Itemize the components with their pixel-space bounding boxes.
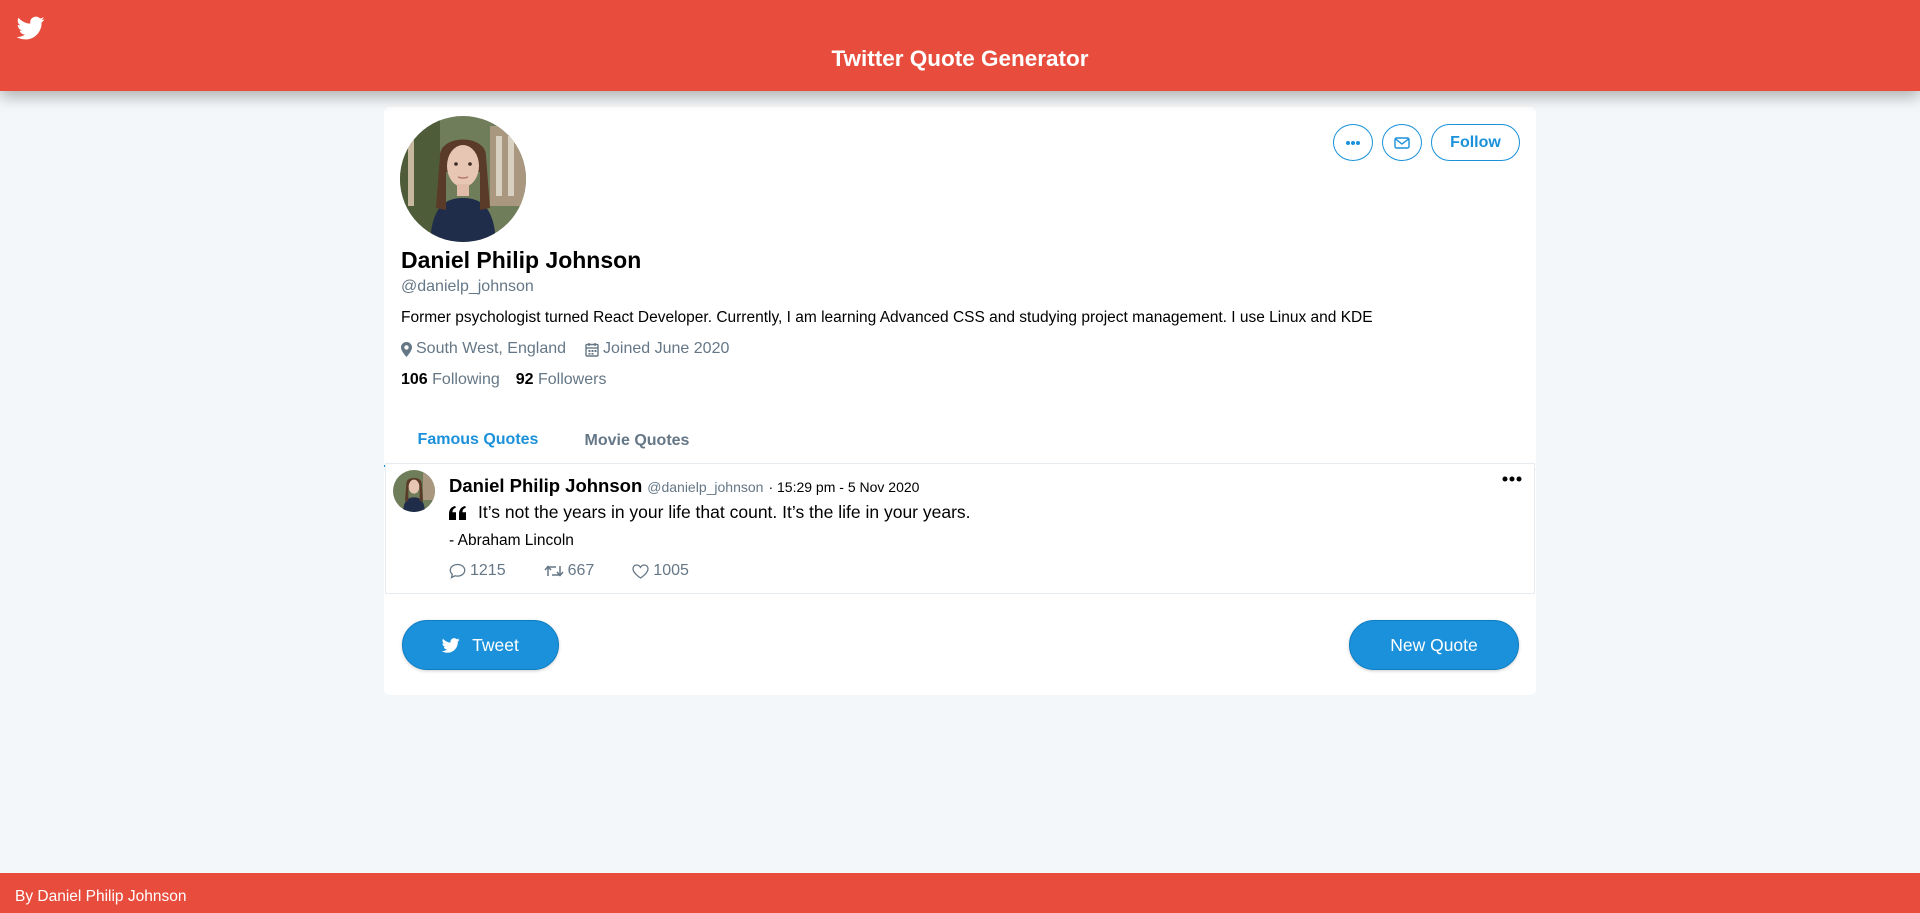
twitter-bird-icon	[442, 637, 460, 653]
followers-link[interactable]: 92 Followers	[516, 371, 607, 389]
tweet-button[interactable]: Tweet	[402, 620, 559, 670]
following-count: 106	[401, 371, 428, 388]
like-action[interactable]: 1005	[632, 562, 689, 580]
location-item: South West, England	[401, 340, 566, 358]
reply-count: 1215	[470, 562, 506, 579]
following-label: Following	[432, 371, 500, 388]
tweet-avatar	[393, 470, 435, 512]
followers-label: Followers	[538, 371, 607, 388]
message-button[interactable]	[1382, 124, 1422, 161]
retweet-count: 667	[567, 562, 595, 579]
quote-left-icon	[449, 505, 466, 520]
profile-name: Daniel Philip Johnson	[401, 247, 642, 273]
profile-actions: Follow	[1333, 124, 1520, 161]
quote-row: It’s not the years in your life that cou…	[449, 502, 971, 523]
profile-handle[interactable]: @danielp_johnson	[401, 278, 534, 296]
like-count: 1005	[653, 562, 689, 579]
joined-item: Joined June 2020	[585, 340, 729, 358]
tweet-header: Daniel Philip Johnson @danielp_johnson ·…	[449, 475, 919, 497]
profile-meta: South West, England Joined June 2020	[401, 340, 729, 358]
twitter-bird-icon[interactable]	[15, 14, 47, 42]
reply-action[interactable]: 1215	[449, 562, 506, 580]
tweet-author-name[interactable]: Daniel Philip Johnson	[449, 475, 642, 497]
tweet-button-label: Tweet	[472, 634, 519, 655]
more-options-button[interactable]	[1333, 124, 1373, 161]
followers-count: 92	[515, 371, 534, 388]
quote-text: It’s not the years in your life that cou…	[478, 502, 971, 522]
quote-tweet: Daniel Philip Johnson @danielp_johnson ·…	[385, 463, 1535, 594]
tweet-more-icon[interactable]	[1502, 474, 1522, 484]
profile-bio: Former psychologist turned React Develop…	[401, 309, 1373, 326]
retweet-icon	[544, 565, 564, 577]
tweet-stats: 1215 667 1005	[449, 562, 689, 580]
profile-avatar	[400, 116, 526, 242]
app-header: Twitter Quote Generator	[0, 0, 1920, 91]
map-marker-icon	[401, 341, 412, 357]
new-quote-button[interactable]: New Quote	[1349, 620, 1519, 670]
quote-author: - Abraham Lincoln	[449, 532, 574, 549]
following-link[interactable]: 106 Following	[401, 371, 500, 389]
footer: By Daniel Philip Johnson	[0, 873, 1920, 913]
retweet-action[interactable]: 667	[544, 562, 595, 580]
page-title: Twitter Quote Generator	[831, 46, 1089, 71]
heart-icon	[632, 563, 649, 579]
envelope-icon	[1394, 136, 1410, 149]
tab-movie-quotes[interactable]: Movie Quotes	[572, 415, 702, 467]
follow-button[interactable]: Follow	[1431, 124, 1520, 161]
calendar-icon	[585, 342, 599, 357]
follow-counts: 106 Following 92 Followers	[401, 371, 606, 389]
tab-famous-quotes[interactable]: Famous Quotes	[384, 415, 572, 467]
tweet-timestamp: · 15:29 pm - 5 Nov 2020	[768, 479, 920, 495]
ellipsis-icon	[1346, 140, 1360, 145]
profile-card: Follow Daniel Philip Johnson @danielp_jo…	[384, 107, 1536, 695]
tweet-author-handle[interactable]: @danielp_johnson	[647, 479, 763, 495]
quote-tabs: Famous Quotes Movie Quotes	[384, 415, 1536, 470]
location-text: South West, England	[416, 340, 567, 357]
joined-text: Joined June 2020	[603, 340, 730, 357]
comment-icon	[449, 563, 466, 579]
